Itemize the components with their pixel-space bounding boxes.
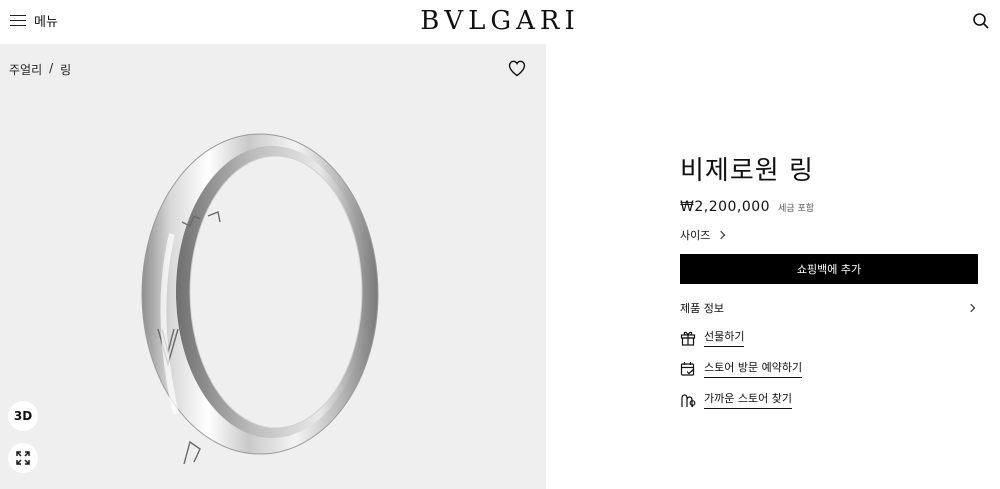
product-gallery: 주얼리 / 링 3D [0, 44, 546, 489]
product-title: 비제로원 링 [680, 156, 814, 186]
site-header: 메뉴 BVLGARI [0, 0, 1000, 44]
gift-link[interactable]: 선물하기 [680, 328, 978, 347]
store-locator-label: 가까운 스토어 찾기 [704, 390, 792, 409]
breadcrumb-separator: / [49, 61, 54, 75]
size-selector[interactable]: 사이즈 [680, 227, 978, 243]
chevron-right-icon [966, 303, 976, 313]
heart-icon[interactable] [508, 60, 526, 77]
breadcrumb: 주얼리 / 링 [9, 61, 71, 78]
gift-icon [680, 331, 696, 346]
product-price: ₩2,200,000 [680, 199, 771, 215]
book-appointment-label: 스토어 방문 예약하기 [704, 359, 803, 378]
store-locator-icon [681, 393, 696, 407]
expand-icon [16, 451, 30, 465]
store-locator-link[interactable]: 가까운 스토어 찾기 [680, 390, 978, 409]
chevron-right-icon [717, 230, 726, 240]
product-details-toggle[interactable]: 제품 정보 [680, 300, 978, 316]
book-appointment-link[interactable]: 스토어 방문 예약하기 [680, 359, 978, 378]
tax-note: 세금 포함 [778, 204, 815, 214]
details-label: 제품 정보 [680, 302, 724, 315]
breadcrumb-jewelry[interactable]: 주얼리 [9, 61, 42, 78]
price-row: ₩2,200,000 세금 포함 [680, 199, 978, 215]
product-ring-image [141, 133, 379, 464]
gift-link-label: 선물하기 [704, 328, 745, 347]
view-3d-button[interactable]: 3D [8, 401, 38, 431]
size-label: 사이즈 [680, 229, 711, 242]
product-info: 비제로원 링 ₩2,200,000 세금 포함 사이즈 쇼핑백에 추가 제품 정… [680, 150, 978, 409]
calendar-icon [680, 361, 695, 376]
add-to-bag-button[interactable]: 쇼핑백에 추가 [680, 254, 978, 284]
fullscreen-button[interactable] [8, 443, 38, 473]
brand-logo[interactable]: BVLGARI [0, 6, 1000, 36]
breadcrumb-ring[interactable]: 링 [60, 61, 71, 78]
search-icon[interactable] [972, 12, 990, 30]
